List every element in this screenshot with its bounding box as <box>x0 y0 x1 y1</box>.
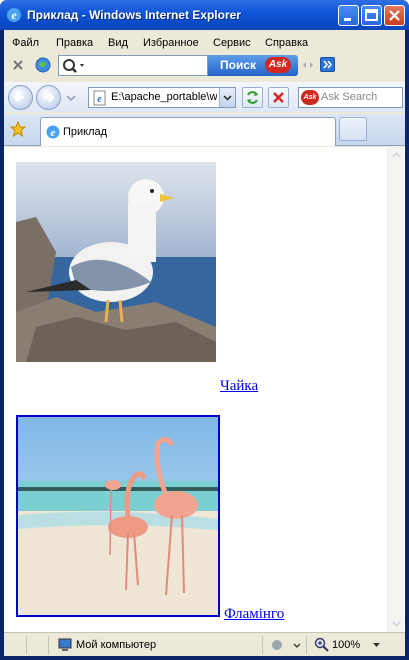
status-divider <box>262 636 263 654</box>
status-divider <box>48 636 49 654</box>
ask-logo: Ask <box>265 57 291 73</box>
seagull-link[interactable]: Чайка <box>220 378 258 395</box>
refresh-icon <box>247 91 258 104</box>
tab-label: Приклад <box>63 126 108 138</box>
search-toolbar: Поиск Ask <box>4 52 405 78</box>
title-bar[interactable]: e Приклад - Windows Internet Explorer <box>0 0 409 30</box>
toolbar-search-input[interactable] <box>58 55 208 76</box>
address-url: E:\apache_portable\w <box>111 91 217 103</box>
address-input[interactable]: e E:\apache_portable\w <box>88 87 236 108</box>
arrow-left-icon <box>13 92 24 103</box>
status-bar: Мой компьютер 100% <box>4 632 405 656</box>
search-icon <box>63 59 84 73</box>
refresh-button[interactable] <box>242 87 263 108</box>
menu-file[interactable]: Файл <box>12 37 39 49</box>
scroll-up-icon[interactable] <box>389 148 404 163</box>
page-content: Чайка Фламінго <box>4 147 405 632</box>
browser-window: e Приклад - Windows Internet Explorer Фа… <box>0 0 409 660</box>
window-client: Файл Правка Вид Избранное Сервис Справка <box>4 30 405 656</box>
menu-edit[interactable]: Правка <box>56 37 93 49</box>
window-title: Приклад - Windows Internet Explorer <box>27 8 241 22</box>
favorites-star-icon[interactable] <box>10 121 26 137</box>
close-button[interactable] <box>384 5 405 26</box>
tab-active[interactable]: e Приклад <box>40 117 336 146</box>
ask-search-placeholder: Ask Search <box>321 91 378 103</box>
zoom-level[interactable]: 100% <box>332 639 360 651</box>
svg-text:e: e <box>51 127 56 139</box>
search-button[interactable]: Поиск Ask <box>208 55 298 76</box>
maximize-icon <box>365 9 378 21</box>
globe-icon[interactable] <box>35 57 51 73</box>
search-button-label: Поиск <box>220 58 257 72</box>
zoom-dropdown-icon[interactable] <box>372 642 381 648</box>
minimize-button[interactable] <box>338 5 359 26</box>
tab-bar: e Приклад <box>4 114 405 146</box>
flamingo-link[interactable]: Фламінго <box>224 606 284 623</box>
vertical-scrollbar[interactable] <box>387 147 404 632</box>
flamingo-image[interactable] <box>16 415 220 617</box>
navigation-bar: e E:\apache_portable\w Ask Ask Search <box>4 82 405 112</box>
history-dropdown-icon[interactable] <box>66 94 76 102</box>
my-computer-icon <box>58 638 72 651</box>
svg-text:e: e <box>11 8 17 22</box>
minimize-icon <box>344 18 351 21</box>
arrow-right-icon <box>44 92 55 103</box>
close-icon <box>389 10 400 21</box>
protected-mode-icon[interactable] <box>270 637 300 653</box>
scroll-down-icon[interactable] <box>389 616 404 631</box>
toolbar-close-icon[interactable] <box>12 59 24 71</box>
seagull-image <box>16 162 216 362</box>
maximize-button[interactable] <box>361 5 382 26</box>
svg-text:e: e <box>97 94 102 105</box>
stop-icon <box>273 92 284 103</box>
status-divider <box>306 636 307 654</box>
toolbar-more-button[interactable] <box>320 57 335 72</box>
menu-help[interactable]: Справка <box>265 37 308 49</box>
menu-favorites[interactable]: Избранное <box>143 37 199 49</box>
new-tab-button[interactable] <box>339 117 367 141</box>
page-ie-icon: e <box>93 90 106 106</box>
ask-search-logo: Ask <box>301 90 319 105</box>
stop-button[interactable] <box>268 87 289 108</box>
zoom-magnifier-icon[interactable] <box>314 637 330 653</box>
status-divider <box>26 636 27 654</box>
back-button[interactable] <box>8 85 33 110</box>
double-chevron-right-icon <box>323 60 333 69</box>
ask-search-input[interactable]: Ask Ask Search <box>298 87 403 108</box>
tab-ie-icon: e <box>46 125 60 139</box>
chevron-down-icon <box>223 95 232 101</box>
forward-button[interactable] <box>36 85 61 110</box>
menu-view[interactable]: Вид <box>108 37 128 49</box>
internet-explorer-icon: e <box>7 8 21 22</box>
resize-arrows-icon[interactable] <box>302 60 314 70</box>
menu-tools[interactable]: Сервис <box>213 37 251 49</box>
security-zone-label: Мой компьютер <box>76 639 157 651</box>
address-dropdown-button[interactable] <box>219 88 235 107</box>
menu-bar: Файл Правка Вид Избранное Сервис Справка <box>4 34 405 52</box>
